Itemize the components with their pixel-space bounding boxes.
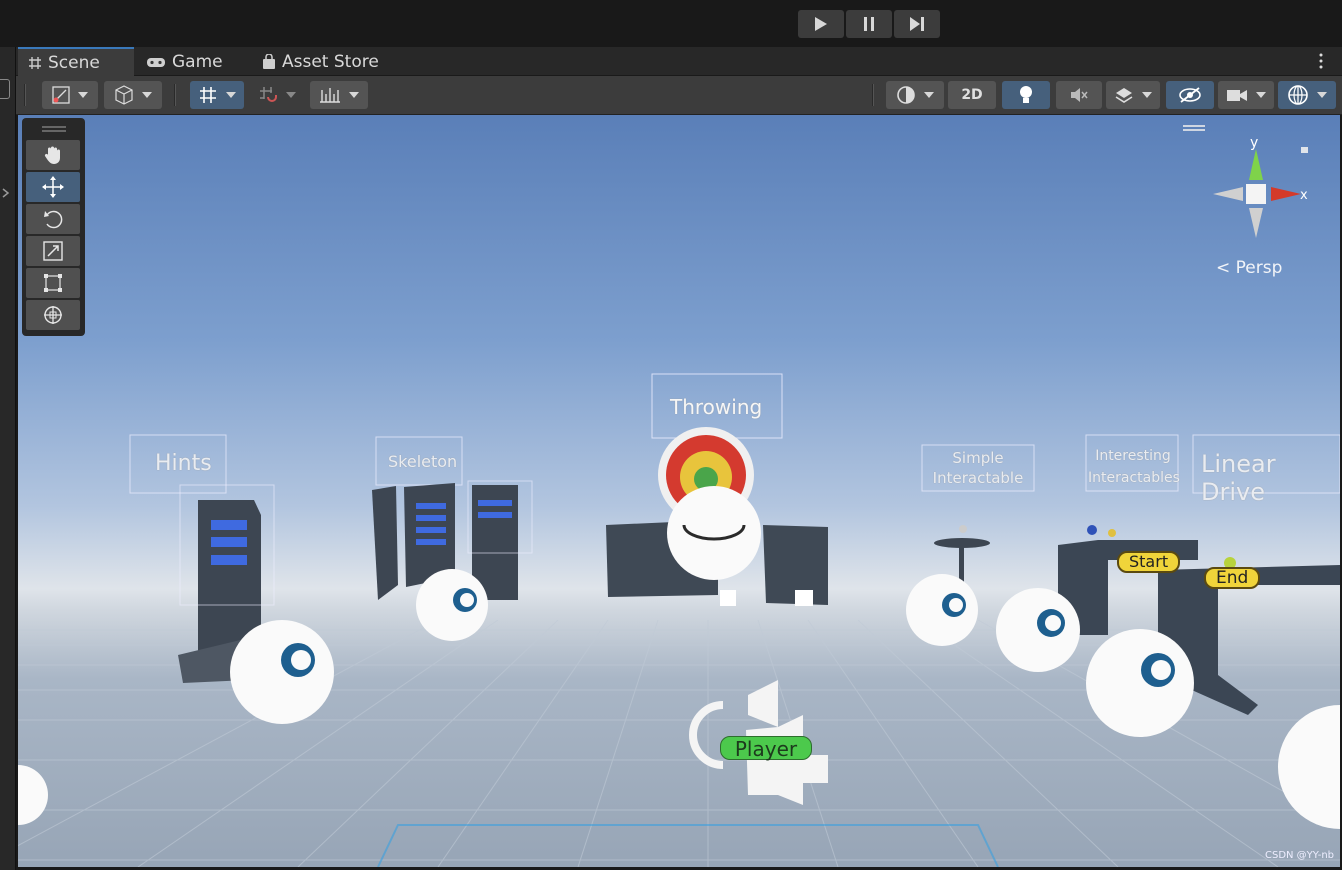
caret-down-icon [286, 92, 296, 98]
gizmo-x-label: x [1300, 188, 1308, 203]
increment-snap-dropdown[interactable] [250, 81, 304, 109]
camera-icon [1227, 90, 1247, 101]
caret-down-icon [924, 92, 934, 98]
gizmo-grip[interactable] [1183, 125, 1205, 131]
y-axis-cone[interactable] [1249, 149, 1263, 180]
label-linear-drive: Linear Drive [1201, 450, 1276, 506]
play-controls [798, 10, 940, 38]
effects-dropdown[interactable] [1106, 81, 1160, 109]
draw-mode-dropdown[interactable] [42, 81, 98, 109]
x-axis-cone[interactable] [1271, 187, 1301, 201]
neg-y-cone[interactable] [1249, 208, 1263, 238]
tab-label: Asset Store [282, 51, 379, 72]
caret-down-icon [142, 92, 152, 98]
audio-mute-icon [1071, 88, 1088, 102]
move-arrows-icon [42, 176, 64, 198]
label-simple-interactable: Simple Interactable [932, 449, 1024, 487]
label-interesting-interactables: Interesting Interactables [1088, 448, 1180, 486]
lightbulb-icon [1020, 86, 1032, 103]
grid-snap-toggle[interactable] [190, 81, 244, 109]
ruler-dropdown[interactable] [310, 81, 368, 109]
scene-viewport[interactable]: Hints Skeleton Throwing Simple Interacta… [18, 115, 1340, 867]
gizmos-icon [1288, 85, 1308, 105]
label-hints: Hints [155, 451, 212, 476]
caret-down-icon [1142, 92, 1152, 98]
tag-player: Player [720, 736, 812, 761]
render-mode-dropdown[interactable] [886, 81, 944, 109]
play-toolbar [0, 0, 1342, 47]
grid-icon [29, 56, 41, 69]
scene-toolbar: 2D [16, 76, 1342, 115]
effects-icon [1115, 88, 1133, 103]
toggle-2d-button[interactable]: 2D [948, 81, 996, 109]
left-dock-strip [0, 47, 16, 870]
step-icon [910, 17, 924, 31]
pause-icon [864, 17, 874, 31]
audio-toggle[interactable] [1056, 81, 1102, 109]
tool-palette [22, 118, 85, 336]
camera-dropdown[interactable] [1218, 81, 1274, 109]
hand-icon [44, 146, 60, 164]
tab-label: Game [172, 51, 223, 72]
step-button[interactable] [894, 10, 940, 38]
move-tool[interactable] [26, 172, 80, 202]
shading-cube-icon [115, 85, 133, 105]
hidden-objects-toggle[interactable] [1166, 81, 1214, 109]
watermark: CSDN @YY-nb [1264, 850, 1334, 861]
projection-toggle[interactable]: < Persp [1216, 258, 1282, 278]
draw-mode-icon [52, 86, 70, 104]
tab-asset-store[interactable]: Asset Store [252, 47, 402, 76]
caret-down-icon [1317, 92, 1327, 98]
shading-dropdown[interactable] [104, 81, 162, 109]
transform-tool[interactable] [26, 300, 80, 330]
label-throwing: Throwing [670, 395, 763, 419]
render-mode-icon [897, 86, 915, 104]
gizmo-y-label: y [1250, 135, 1258, 151]
orientation-gizmo[interactable]: y x [1205, 120, 1325, 250]
scale-icon [43, 241, 63, 261]
ruler-icon [320, 88, 340, 103]
caret-down-icon [226, 92, 236, 98]
tab-game[interactable]: Game [136, 47, 246, 76]
tab-scene[interactable]: Scene [18, 47, 134, 76]
editor-tab-bar: Scene Game Asset Store [16, 47, 1342, 76]
increment-snap-icon [260, 87, 277, 102]
toolbar-separator [174, 84, 176, 106]
lighting-toggle[interactable] [1002, 81, 1050, 109]
play-icon [815, 17, 827, 31]
chevron-left-icon: < [1216, 258, 1231, 278]
caret-down-icon [1256, 92, 1266, 98]
play-button[interactable] [798, 10, 844, 38]
gizmo-center-cube[interactable] [1246, 184, 1266, 204]
scene-objects [18, 373, 1340, 867]
bag-icon [263, 53, 275, 69]
toolbar-separator [24, 84, 26, 106]
rotate-tool[interactable] [26, 204, 80, 234]
palette-grip[interactable] [41, 126, 66, 132]
dock-handle[interactable] [0, 79, 10, 99]
gizmos-dropdown[interactable] [1278, 81, 1336, 109]
toolbar-separator [872, 84, 874, 106]
label-skeleton: Skeleton [388, 452, 458, 471]
grid-snap-icon [200, 87, 216, 103]
tag-end: End [1204, 567, 1261, 589]
rect-transform-icon [44, 274, 62, 292]
hand-tool[interactable] [26, 140, 80, 170]
caret-down-icon [78, 92, 88, 98]
tag-start: Start [1117, 551, 1181, 573]
rotate-icon [44, 210, 63, 229]
caret-down-icon [349, 92, 359, 98]
neg-x-cone[interactable] [1213, 187, 1243, 201]
hidden-objects-icon [1179, 87, 1201, 103]
projection-label: Persp [1235, 258, 1283, 278]
scale-tool[interactable] [26, 236, 80, 266]
chevron-right-icon[interactable] [0, 187, 12, 199]
rect-tool[interactable] [26, 268, 80, 298]
tab-label: Scene [48, 52, 100, 73]
more-menu-icon[interactable] [1318, 53, 1324, 69]
transform-icon [44, 306, 62, 324]
lock-icon[interactable] [1301, 147, 1308, 153]
gamepad-icon [147, 57, 165, 67]
pause-button[interactable] [846, 10, 892, 38]
